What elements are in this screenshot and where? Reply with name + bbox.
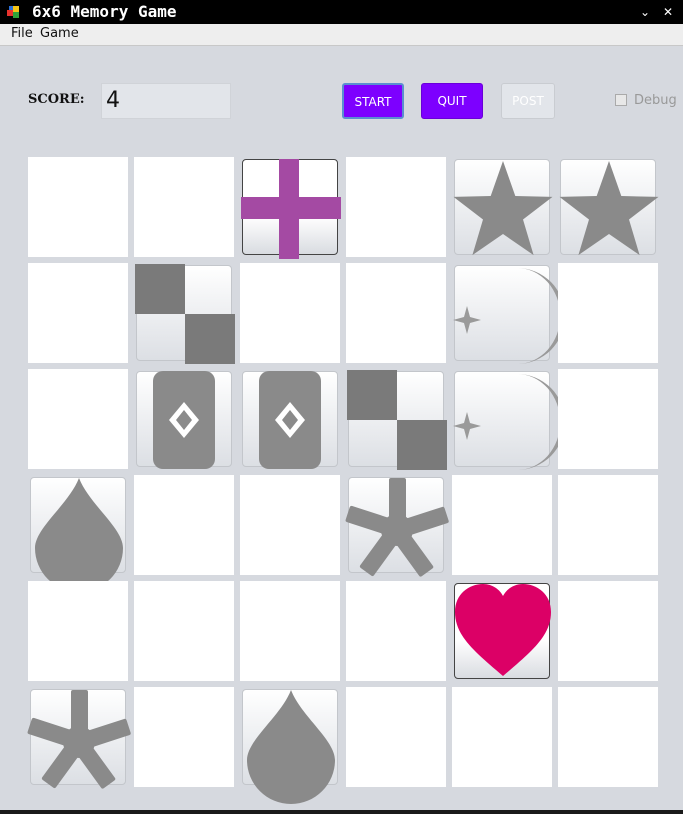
board-cell[interactable] [28,581,128,681]
drop-icon [247,690,335,804]
board-cell[interactable] [346,263,446,363]
start-button[interactable]: START [342,83,404,119]
puzzle-icon [7,6,19,18]
moon-star-icon [453,374,565,470]
board-cell[interactable] [134,475,234,575]
debug-label: Debug [634,93,677,108]
board-cell[interactable] [240,263,340,363]
board-cell[interactable] [241,159,341,259]
asterisk-icon [27,690,131,789]
board-cell[interactable] [347,370,447,470]
window-bottom-border [0,810,683,814]
board-cell[interactable] [136,371,232,469]
chevron-down-icon: ⌄ [639,5,651,19]
board-cell[interactable] [134,157,234,257]
board-cell[interactable] [452,687,552,787]
board-cell[interactable] [558,687,658,787]
board-cell[interactable] [558,263,658,363]
board-cell[interactable] [454,583,551,679]
post-button[interactable]: POST [501,83,555,119]
cross-icon [241,159,341,259]
title-bar: 6x6 Memory Game ⌄ ✕ [0,0,683,24]
board-cell[interactable] [346,687,446,787]
board-cell[interactable] [28,157,128,257]
menu-file[interactable]: File [11,25,33,43]
card-icon [153,371,215,469]
moon-star-icon [453,268,565,364]
board-cell[interactable] [559,159,659,256]
board-cell[interactable] [135,264,235,364]
asterisk-icon [345,478,449,577]
board-cell[interactable] [453,371,565,470]
board-cell[interactable] [558,581,658,681]
board-cell[interactable] [558,475,658,575]
card-icon [259,371,321,469]
score-field: 4 [101,83,231,119]
board-cell[interactable] [240,475,340,575]
star-icon [453,161,553,256]
star-icon [559,161,659,256]
board-cell[interactable] [453,159,553,256]
menu-game[interactable]: Game [40,25,79,43]
menu-bar: File Game [0,24,683,46]
board-cell[interactable] [346,581,446,681]
board-cell[interactable] [453,265,565,364]
close-button[interactable]: ✕ [660,4,676,20]
checker-icon [347,370,447,470]
quit-button[interactable]: QUIT [421,83,483,119]
board-cell[interactable] [346,157,446,257]
board-cell[interactable] [242,371,338,469]
board-cell[interactable] [134,687,234,787]
close-icon: ✕ [662,5,674,19]
heart-icon [455,584,551,676]
board-cell[interactable] [345,477,449,577]
board-cell[interactable] [558,369,658,469]
board-cell[interactable] [28,263,128,363]
checker-icon [135,264,235,364]
board-cell[interactable] [134,581,234,681]
minimize-button[interactable]: ⌄ [637,4,653,20]
board-cell[interactable] [452,475,552,575]
board-cell[interactable] [28,369,128,469]
window-title: 6x6 Memory Game [32,2,177,21]
board-cell[interactable] [27,689,131,789]
app-window: 6x6 Memory Game ⌄ ✕ File Game SCORE: 4 S… [0,0,683,814]
board-cell[interactable] [240,581,340,681]
debug-checkbox[interactable] [615,94,627,106]
board-cell[interactable] [242,689,338,804]
board-cell[interactable] [30,477,126,592]
score-label: SCORE: [28,92,85,107]
drop-icon [35,478,123,592]
